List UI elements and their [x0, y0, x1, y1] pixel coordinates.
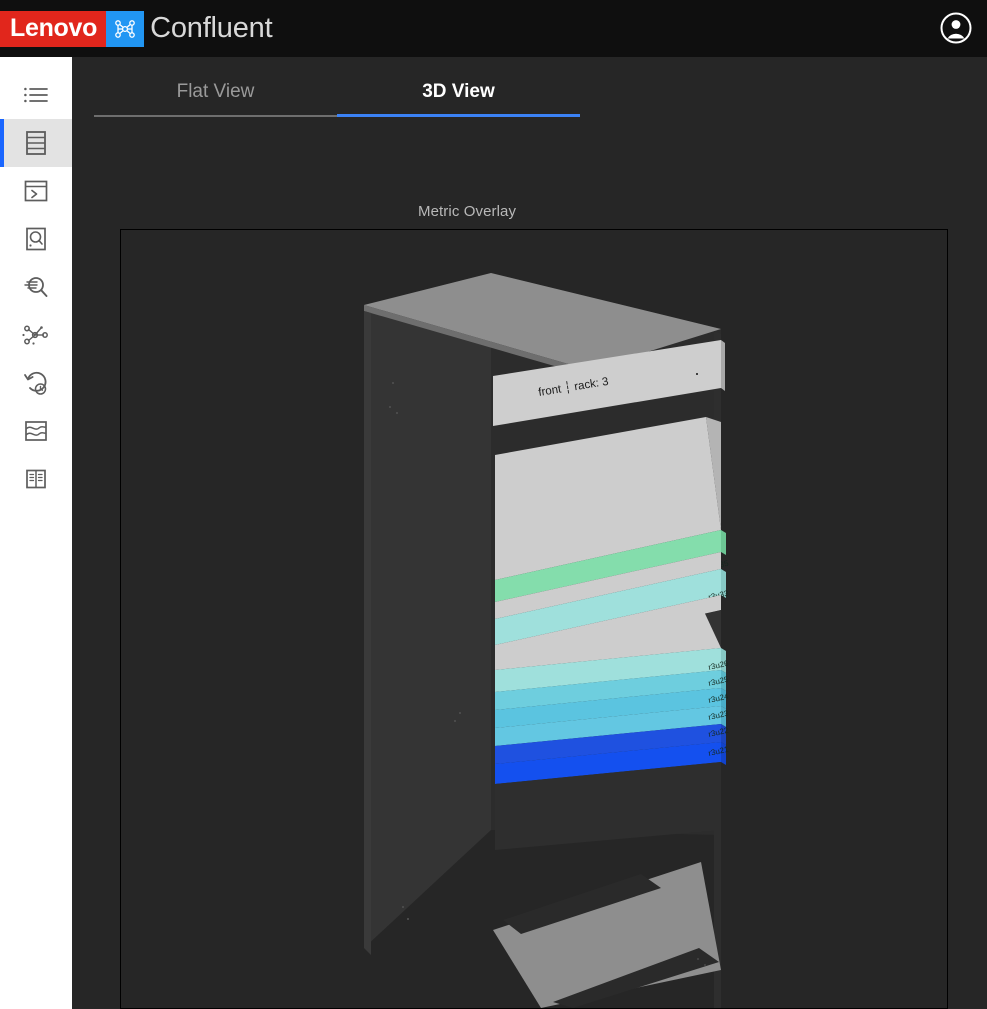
sidebar-item-list[interactable] [0, 71, 72, 119]
rack-3d-viewport[interactable]: front ┆ rack: 3 r3u35 r3u33 r3u26 [120, 229, 948, 1009]
main-content: Flat View 3D View Metric Overlay Inlet T… [72, 57, 987, 1009]
history-clock-icon [23, 370, 49, 396]
rack-rows-icon [24, 130, 48, 156]
rack-front-left-rail [364, 311, 371, 955]
tab-3d-view[interactable]: 3D View [337, 71, 580, 117]
sidebar-item-racks[interactable] [0, 119, 72, 167]
sidebar-item-documentation[interactable] [0, 455, 72, 503]
topology-nodes-icon [22, 323, 50, 347]
sidebar-item-storage[interactable] [0, 215, 72, 263]
sidebar [0, 57, 72, 1009]
sidebar-item-history[interactable] [0, 359, 72, 407]
metric-overlay-label: Metric Overlay [418, 203, 517, 220]
top-bar: Lenovo Confluent [0, 0, 987, 57]
server-unit-r3u35-side [721, 530, 726, 555]
documentation-book-icon [24, 467, 48, 491]
view-tabs: Flat View 3D View [94, 71, 580, 117]
sidebar-item-metrics[interactable] [0, 407, 72, 455]
rack-left-panel [364, 273, 491, 948]
brand-logo: Lenovo Confluent [0, 10, 273, 47]
sidebar-item-console[interactable] [0, 167, 72, 215]
rack-label-plate-side [721, 340, 725, 391]
user-account-icon[interactable] [939, 11, 973, 45]
brand-name: Lenovo [0, 10, 107, 47]
tab-3d-view-label: 3D View [422, 81, 495, 102]
metrics-wave-icon [23, 419, 49, 443]
product-name: Confluent [150, 12, 273, 44]
tab-flat-view[interactable]: Flat View [94, 71, 337, 117]
search-list-icon [23, 274, 49, 300]
sidebar-item-topology[interactable] [0, 311, 72, 359]
tab-flat-view-label: Flat View [176, 81, 255, 102]
console-terminal-icon [23, 179, 49, 203]
sidebar-item-search[interactable] [0, 263, 72, 311]
list-icon [23, 84, 49, 106]
disk-inspect-icon [24, 226, 48, 252]
network-nodes-icon [106, 10, 145, 47]
